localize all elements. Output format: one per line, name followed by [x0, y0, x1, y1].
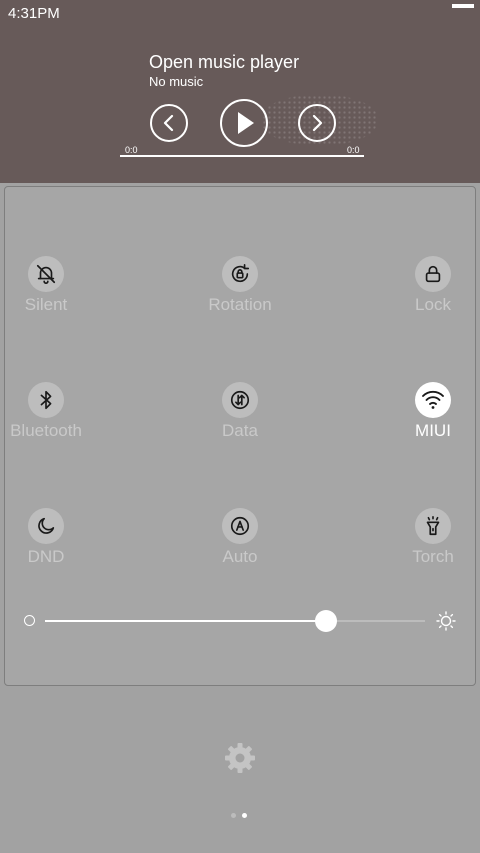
lock-icon — [425, 265, 441, 283]
music-title[interactable]: Open music player — [149, 52, 299, 73]
toggle-torch-label: Torch — [412, 547, 454, 566]
toggle-wifi[interactable]: MIUI — [383, 382, 480, 462]
toggle-auto[interactable]: Auto — [190, 508, 290, 588]
wifi-icon — [422, 390, 444, 409]
status-bar: 4:31PM — [0, 0, 480, 28]
bluetooth-icon — [40, 390, 52, 410]
toggle-auto-label: Auto — [222, 547, 258, 566]
mobile-data-icon — [230, 390, 250, 410]
brightness-high-icon — [436, 611, 456, 631]
toggle-rotation-label: Rotation — [208, 295, 272, 314]
music-progress-bar[interactable] — [120, 155, 364, 157]
moon-icon — [38, 517, 55, 534]
music-player-panel: 4:31PM Open music player No music 0:0 0:… — [0, 0, 480, 183]
auto-brightness-icon — [230, 516, 250, 536]
status-clock: 4:31PM — [8, 5, 60, 22]
toggle-torch[interactable]: Torch — [383, 508, 480, 588]
chevron-left-icon — [163, 114, 174, 132]
toggle-dnd[interactable]: DND — [0, 508, 96, 588]
page-indicator-1 — [231, 813, 236, 818]
toggle-lock[interactable]: Lock — [383, 256, 480, 336]
toggle-data[interactable]: Data — [190, 382, 290, 462]
toggle-bluetooth-label: Bluetooth — [10, 421, 82, 440]
bell-off-icon — [36, 264, 56, 284]
toggle-lock-label: Lock — [415, 295, 451, 314]
previous-track-button[interactable] — [150, 104, 188, 142]
rotation-lock-icon — [231, 264, 250, 283]
chevron-right-icon — [312, 114, 323, 132]
play-button[interactable] — [220, 99, 268, 147]
toggle-silent-label: Silent — [24, 295, 68, 314]
flashlight-icon — [426, 516, 440, 536]
toggle-auto-circle — [222, 508, 258, 544]
toggle-dnd-label: DND — [27, 547, 65, 566]
play-icon — [238, 112, 254, 134]
next-track-button[interactable] — [298, 104, 336, 142]
status-indicator — [452, 4, 474, 8]
toggle-data-circle — [222, 382, 258, 418]
toggle-rotation[interactable]: Rotation — [190, 256, 290, 336]
toggle-lock-circle — [415, 256, 451, 292]
page-indicator-2 — [242, 813, 247, 818]
toggle-dnd-circle — [28, 508, 64, 544]
toggle-torch-circle — [415, 508, 451, 544]
toggle-wifi-label: MIUI — [415, 421, 451, 440]
settings-gear-icon[interactable] — [224, 742, 256, 774]
brightness-thumb[interactable] — [315, 610, 337, 632]
toggle-bluetooth-circle — [28, 382, 64, 418]
toggle-silent-circle — [28, 256, 64, 292]
toggle-data-label: Data — [222, 421, 258, 440]
toggle-wifi-circle — [415, 382, 451, 418]
toggle-bluetooth[interactable]: Bluetooth — [0, 382, 96, 462]
total-time: 0:0 — [347, 145, 360, 155]
toggle-silent[interactable]: Silent — [0, 256, 96, 336]
toggle-rotation-circle — [222, 256, 258, 292]
elapsed-time: 0:0 — [125, 145, 138, 155]
music-subtitle: No music — [149, 74, 204, 89]
